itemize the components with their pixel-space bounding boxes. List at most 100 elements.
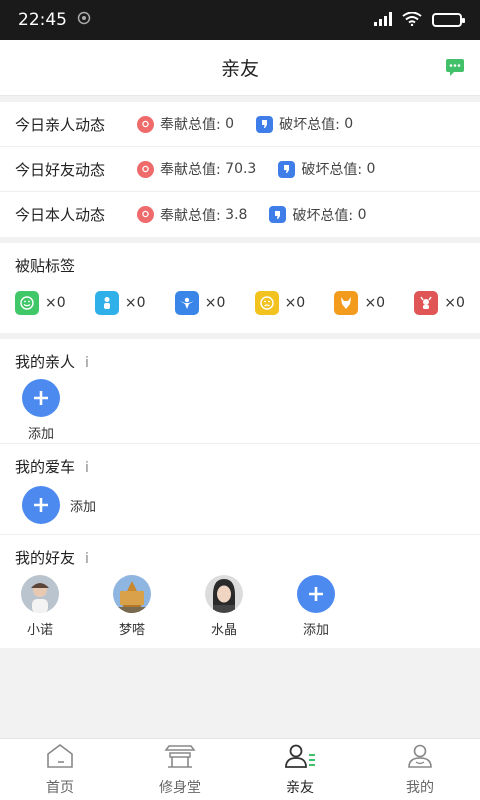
friend-name: 梦嗒: [118, 623, 145, 638]
friends-title: 我的好友 i: [0, 535, 480, 575]
car-title: 我的爱车 i: [0, 444, 480, 484]
status-bar: 22:45: [0, 0, 480, 40]
avatar: [21, 575, 59, 613]
contrib-label: 奉献总值:: [160, 117, 221, 133]
baby-icon: [94, 291, 119, 315]
tab-label: 首页: [46, 779, 74, 796]
tag-count: ×0: [124, 295, 146, 311]
tag-baby[interactable]: ×0: [94, 291, 146, 315]
tag-sad[interactable]: ×0: [254, 291, 306, 315]
plus-icon: [297, 575, 335, 613]
add-friend-button[interactable]: 添加: [290, 575, 342, 638]
contribution-icon: [137, 115, 154, 133]
info-icon[interactable]: i: [85, 460, 89, 476]
tab-label: 我的: [406, 779, 434, 796]
friend-item[interactable]: 小诺: [14, 575, 66, 638]
battery-icon: [432, 13, 465, 27]
car-title-text: 我的爱车: [15, 458, 76, 476]
damage-label: 破坏总值:: [301, 162, 363, 178]
friend-name: 水晶: [210, 623, 237, 638]
tag-angel[interactable]: ×0: [174, 291, 226, 315]
tag-count: ×0: [284, 295, 306, 311]
tag-count: ×0: [45, 295, 66, 311]
contrib-value: 3.8: [225, 206, 248, 223]
friends-list: 小诺 梦嗒 水晶 添加: [0, 575, 480, 648]
avatar: [113, 575, 151, 613]
sad-face-icon: [254, 291, 279, 315]
contribution-icon: [137, 206, 154, 223]
home-icon: [45, 743, 75, 773]
contacts-card: 我的亲人 i 添加 我的爱车 i 添加 我的好友 i 小诺 梦嗒 水晶 添加: [0, 339, 480, 648]
tag-devil[interactable]: ×0: [414, 291, 465, 315]
contrib-value: 0: [225, 116, 235, 132]
tab-label: 亲友: [286, 779, 314, 796]
thumbs-down-icon: [269, 206, 287, 223]
tag-count: ×0: [364, 295, 386, 311]
thumbs-down-icon: [256, 115, 274, 133]
tag-count: ×0: [444, 295, 465, 311]
tab-home[interactable]: 首页: [0, 739, 120, 800]
tags-section-title: 被贴标签: [15, 257, 76, 275]
tab-temple[interactable]: 修身堂: [120, 739, 240, 800]
dynamics-label: 今日亲人动态: [15, 115, 106, 134]
damage-label: 破坏总值:: [279, 117, 340, 133]
contrib-stat: 奉献总值: 3.8: [137, 205, 247, 225]
damage-value: 0: [344, 116, 354, 132]
wifi-icon: [402, 11, 422, 30]
info-icon[interactable]: i: [85, 355, 89, 371]
message-icon[interactable]: [444, 56, 466, 78]
avatar: [205, 575, 243, 613]
thumbs-down-icon: [278, 160, 296, 178]
damage-stat: 破坏总值: 0: [256, 114, 353, 134]
dynamics-card: 今日亲人动态 奉献总值: 0 破坏总值: 0 今日好友动态 奉献总值: 70.3…: [0, 102, 480, 237]
contrib-label: 奉献总值:: [160, 207, 221, 224]
dynamics-row-self[interactable]: 今日本人动态 奉献总值: 3.8 破坏总值: 0: [0, 192, 480, 237]
damage-label: 破坏总值:: [292, 207, 354, 224]
status-time: 22:45: [18, 10, 67, 30]
dynamics-label: 今日好友动态: [15, 160, 106, 179]
add-label: 添加: [27, 427, 54, 442]
friend-item[interactable]: 梦嗒: [106, 575, 158, 638]
page-title: 亲友: [220, 58, 259, 80]
dynamics-row-relatives[interactable]: 今日亲人动态 奉献总值: 0 破坏总值: 0: [0, 102, 480, 147]
tag-fox[interactable]: ×0: [334, 291, 385, 315]
friend-name: 小诺: [26, 623, 53, 638]
contrib-value: 70.3: [225, 161, 257, 177]
dynamics-row-friends[interactable]: 今日好友动态 奉献总值: 70.3 破坏总值: 0: [0, 147, 480, 192]
add-relative-button[interactable]: 添加: [22, 379, 60, 442]
friend-item[interactable]: 水晶: [198, 575, 250, 638]
relatives-title: 我的亲人 i: [0, 339, 480, 379]
angel-icon: [174, 291, 199, 315]
contrib-stat: 奉献总值: 70.3: [137, 159, 256, 179]
contrib-label: 奉献总值:: [160, 162, 221, 178]
tab-profile[interactable]: 我的: [360, 739, 480, 800]
temple-icon: [164, 743, 196, 773]
tags-list: ×0 ×0 ×0 ×0 ×0 ×0: [0, 283, 480, 333]
bottom-tabbar: 首页 修身堂 亲友 我的: [0, 738, 480, 800]
contribution-icon: [137, 160, 154, 178]
damage-stat: 破坏总值: 0: [269, 205, 367, 225]
signal-icon: [374, 11, 392, 30]
tags-card: 被贴标签 ×0 ×0 ×0 ×0 ×0 ×0: [0, 243, 480, 333]
damage-stat: 破坏总值: 0: [278, 159, 375, 179]
page-header: 亲友: [0, 40, 480, 96]
tab-friends[interactable]: 亲友: [240, 739, 360, 800]
damage-value: 0: [357, 206, 367, 223]
plus-icon: [22, 379, 60, 417]
add-car-button[interactable]: 添加: [0, 484, 480, 534]
add-label: 添加: [302, 623, 329, 638]
add-label: 添加: [70, 499, 97, 515]
tag-count: ×0: [204, 295, 226, 311]
fox-icon: [334, 291, 359, 315]
dynamics-label: 今日本人动态: [15, 206, 106, 224]
tab-label: 修身堂: [159, 779, 201, 796]
plus-icon: [22, 486, 60, 524]
relatives-title-text: 我的亲人: [15, 353, 76, 371]
relatives-list: 添加: [0, 379, 480, 443]
friends-icon: [284, 743, 316, 773]
friends-title-text: 我的好友: [15, 549, 76, 567]
tag-smile[interactable]: ×0: [15, 291, 66, 315]
info-icon[interactable]: i: [85, 551, 89, 567]
profile-icon: [405, 743, 435, 773]
sync-icon: [77, 10, 91, 30]
